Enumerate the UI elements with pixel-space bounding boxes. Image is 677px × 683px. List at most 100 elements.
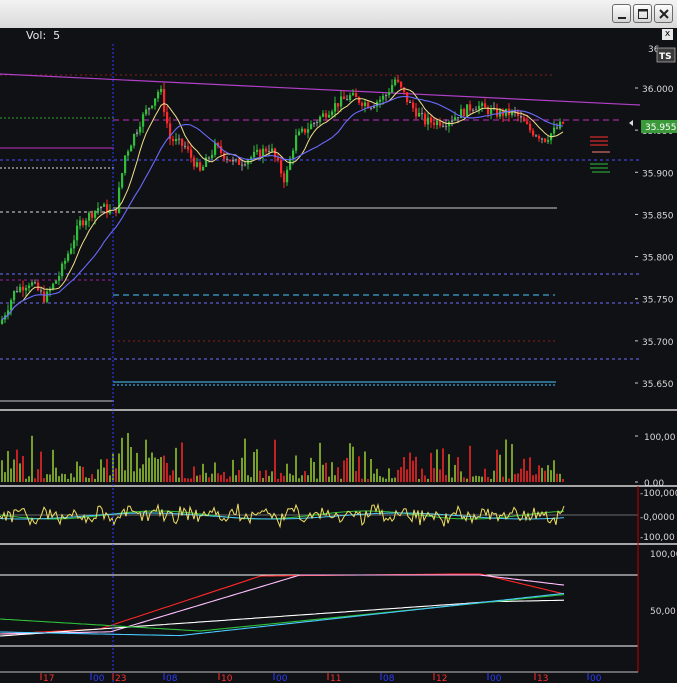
price-bar-body: [46, 291, 49, 302]
close-button[interactable]: [654, 4, 673, 23]
price-bar-body: [235, 159, 238, 161]
price-bar-body: [538, 136, 541, 139]
price-bar-body: [226, 158, 229, 160]
price-bar-body: [295, 135, 298, 151]
price-bar-body: [187, 146, 190, 150]
price-bar-body: [325, 113, 328, 118]
price-bar-body: [361, 102, 364, 106]
close-indicator-button[interactable]: x: [662, 29, 673, 40]
price-bar-body: [184, 145, 187, 147]
price-bar-body: [547, 140, 550, 142]
price-bar-body: [79, 220, 82, 226]
time-label: 17: [43, 674, 54, 683]
price-bar-body: [70, 248, 73, 254]
price-bar-body: [259, 149, 262, 157]
price-bar-body: [67, 253, 70, 261]
price-bar-body: [529, 123, 532, 131]
price-bar-body: [556, 127, 559, 129]
price-bar-body: [127, 151, 130, 156]
price-bar-body: [313, 122, 316, 124]
price-bar-body: [238, 159, 241, 165]
price-bar-body: [454, 117, 457, 121]
price-tick-label: 36.000: [642, 85, 674, 95]
price-bar-body: [154, 98, 157, 106]
minimize-button[interactable]: [612, 4, 631, 23]
price-bar-body: [421, 112, 424, 114]
price-bar-body: [256, 149, 259, 152]
price-bar-body: [289, 158, 292, 170]
price-bar-body: [13, 290, 16, 301]
price-bar-body: [40, 290, 43, 292]
price-bar-body: [316, 121, 319, 123]
time-label: 12: [436, 674, 447, 683]
trading-chart[interactable]: 36.00035.95035.90035.85035.80035.75035.7…: [0, 44, 677, 683]
price-bar-body: [28, 285, 31, 288]
price-bar-body: [280, 160, 283, 174]
price-bar-body: [268, 151, 271, 153]
price-bar-body: [199, 162, 202, 171]
price-bar-body: [229, 159, 232, 162]
price-bar-body: [379, 99, 382, 102]
price-bar-body: [31, 282, 34, 286]
price-bar-body: [25, 287, 28, 291]
price-bar-body: [61, 263, 64, 277]
price-bar-body: [523, 117, 526, 122]
price-bar-body: [304, 128, 307, 133]
price-bar-body: [541, 138, 544, 140]
price-bar-body: [88, 212, 91, 221]
price-bar-body: [1, 319, 4, 324]
price-bar-body: [130, 145, 133, 152]
price-bar-body: [286, 169, 289, 183]
price-bar-body: [412, 102, 415, 109]
price-bar-body: [160, 88, 163, 92]
maximize-button[interactable]: [633, 4, 652, 23]
volume-readout: Vol: 5: [26, 29, 60, 42]
price-bar-body: [469, 104, 472, 111]
price-bar-body: [91, 212, 94, 218]
price-bar-body: [244, 164, 247, 166]
price-bar-body: [409, 101, 412, 103]
price-bar-body: [481, 103, 484, 106]
price-bar-body: [163, 88, 166, 113]
price-bar-body: [196, 162, 199, 167]
price-bar-body: [448, 122, 451, 127]
price-bar-body: [115, 209, 118, 213]
price-bar-body: [202, 166, 205, 171]
price-bar-body: [10, 300, 13, 311]
price-bar-body: [466, 104, 469, 116]
price-bar-body: [475, 109, 478, 111]
price-bar-body: [394, 79, 397, 86]
price-bar-body: [22, 286, 25, 291]
price-bar-body: [292, 150, 295, 159]
price-bar-body: [73, 240, 76, 249]
price-bar-body: [457, 117, 460, 119]
price-bar-body: [427, 117, 430, 125]
price-tick-label: 35.650: [642, 380, 674, 390]
price-bar-body: [322, 113, 325, 117]
volume-label: Vol:: [26, 29, 47, 42]
volume-value: 5: [53, 29, 61, 42]
time-label: 08: [383, 674, 395, 683]
price-bar-body: [241, 164, 244, 166]
price-bar-body: [37, 282, 40, 291]
stoch-tick-label: 100,00: [650, 550, 677, 560]
price-bar-body: [319, 116, 322, 122]
price-bar-body: [307, 129, 310, 133]
price-bar-body: [208, 157, 211, 159]
time-label: 23: [115, 674, 126, 683]
price-bar-body: [283, 173, 286, 183]
price-bar-body: [355, 93, 358, 98]
price-bar-body: [136, 132, 139, 134]
price-bar-body: [76, 225, 79, 241]
price-bar-body: [391, 85, 394, 93]
price-bar-body: [463, 108, 466, 116]
price-bar-body: [382, 95, 385, 100]
price-bar-body: [148, 107, 151, 110]
price-bar-body: [151, 105, 154, 108]
time-label: 00: [93, 674, 105, 683]
price-bar-body: [82, 220, 85, 226]
price-bar-body: [19, 286, 22, 292]
price-tick-label: 35.750: [642, 296, 674, 306]
price-bar-body: [232, 159, 235, 162]
price-bar-body: [103, 204, 106, 207]
